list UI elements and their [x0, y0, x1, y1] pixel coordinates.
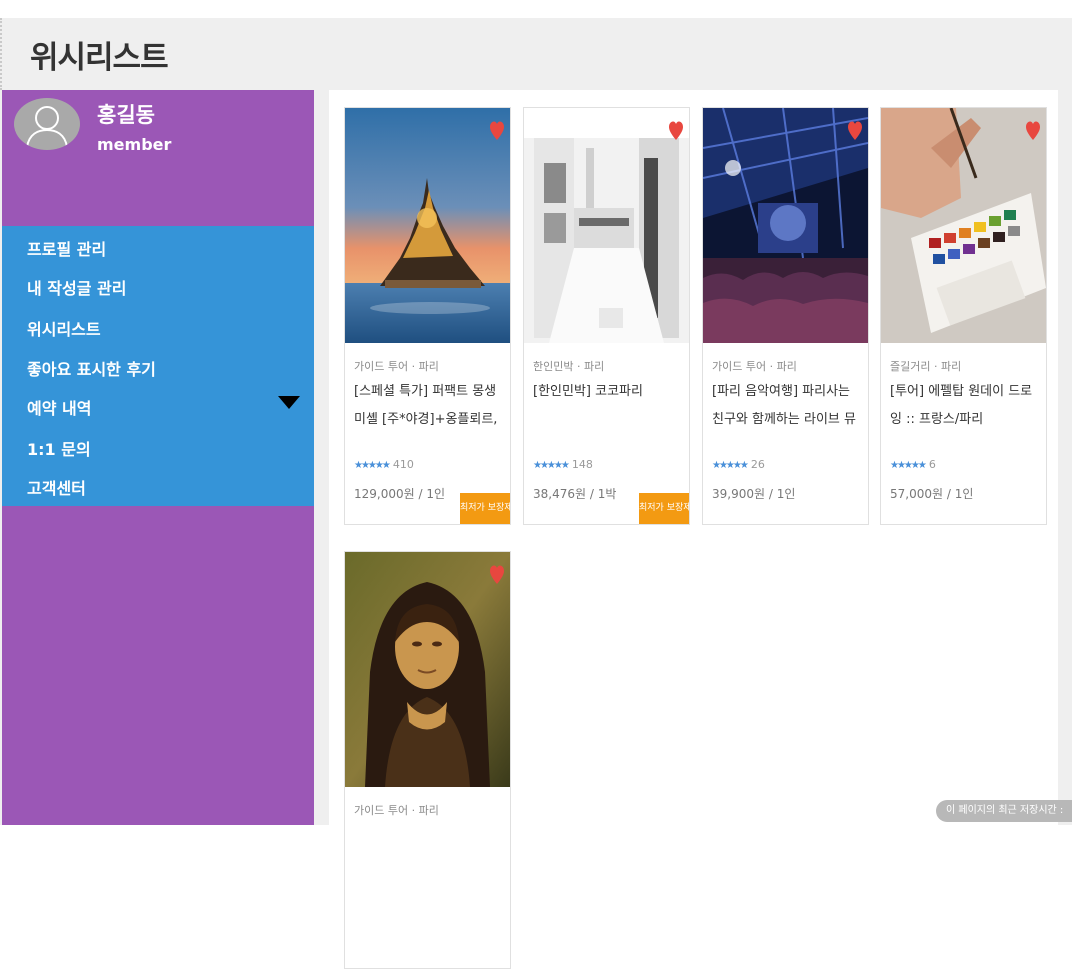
card-title[interactable]: [한인민박] 코코파리	[533, 378, 683, 406]
star-rating-icon: ★★★★★	[533, 460, 570, 471]
review-count: 6	[928, 458, 936, 471]
lowest-price-badge: 최저가 보장제	[460, 493, 510, 524]
card-category: 즐길거리 · 파리	[890, 360, 962, 373]
heart-icon[interactable]	[848, 121, 862, 141]
heart-icon[interactable]	[490, 565, 504, 585]
wishlist-card[interactable]: 즐길거리 · 파리 [투어] 에펠탑 원데이 드로잉 :: 프랑스/파리 ★★★…	[880, 107, 1047, 525]
review-count: 148	[571, 458, 593, 471]
star-rating-icon: ★★★★★	[712, 460, 749, 471]
wishlist-card[interactable]: 가이드 투어 · 파리	[344, 551, 511, 969]
sidebar-item-profile[interactable]: 프로필 관리	[27, 236, 106, 260]
sidebar-item-inquiry[interactable]: 1:1 문의	[27, 436, 91, 460]
sidebar-item-wishlist[interactable]: 위시리스트	[27, 316, 101, 340]
product-image-mona-lisa[interactable]	[345, 552, 510, 787]
caret-down-icon[interactable]	[278, 396, 300, 409]
product-image-concert[interactable]	[703, 108, 868, 343]
card-category: 가이드 투어 · 파리	[712, 360, 797, 373]
sidebar-item-liked-reviews[interactable]: 좋아요 표시한 후기	[27, 356, 156, 380]
sidebar-menu: 프로필 관리 내 작성글 관리 위시리스트 좋아요 표시한 후기 예약 내역 1…	[2, 226, 314, 506]
wishlist-card[interactable]: 최저가 보장제 가이드 투어 · 파리 [스페셜 특가] 퍼팩트 몽생미셸 [주…	[344, 107, 511, 525]
wishlist-content: 최저가 보장제 가이드 투어 · 파리 [스페셜 특가] 퍼팩트 몽생미셸 [주…	[329, 90, 1058, 969]
card-category: 가이드 투어 · 파리	[354, 804, 439, 817]
wishlist-card[interactable]: 가이드 투어 · 파리 [파리 음악여행] 파리사는 친구와 함께하는 라이브 …	[702, 107, 869, 525]
product-image-watercolor[interactable]	[881, 108, 1046, 343]
card-title[interactable]: [투어] 에펠탑 원데이 드로잉 :: 프랑스/파리	[890, 378, 1040, 434]
title-bar: 위시리스트	[0, 18, 1072, 90]
heart-icon[interactable]	[669, 121, 683, 141]
heart-icon[interactable]	[490, 121, 504, 141]
card-rating: ★★★★★ 410	[354, 458, 414, 474]
product-image-white-kitchen[interactable]	[524, 108, 689, 343]
sidebar-item-my-posts[interactable]: 내 작성글 관리	[27, 275, 126, 299]
page-title: 위시리스트	[30, 40, 169, 76]
user-role: member	[97, 135, 172, 154]
heart-icon[interactable]	[1026, 121, 1040, 141]
review-count: 410	[392, 458, 414, 471]
card-price: 57,000원 / 1인	[890, 487, 974, 501]
card-price: 39,900원 / 1인	[712, 487, 796, 501]
card-price: 38,476원 / 1박	[533, 487, 617, 501]
card-category: 한인민박 · 파리	[533, 360, 605, 373]
lowest-price-badge: 최저가 보장제	[639, 493, 689, 524]
card-rating: ★★★★★ 148	[533, 458, 593, 474]
sidebar: 홍길동 member 프로필 관리 내 작성글 관리 위시리스트 좋아요 표시한…	[2, 90, 314, 825]
top-strip	[0, 0, 1072, 18]
save-time-toast: 이 페이지의 최근 저장시간 :	[936, 800, 1072, 822]
avatar	[14, 98, 80, 150]
card-rating: ★★★★★ 6	[890, 458, 936, 474]
star-rating-icon: ★★★★★	[890, 460, 927, 471]
user-silhouette-icon	[26, 106, 68, 148]
sidebar-item-customer-center[interactable]: 고객센터	[27, 475, 86, 499]
sidebar-item-reservations[interactable]: 예약 내역	[27, 395, 91, 419]
wishlist-card[interactable]: 최저가 보장제 한인민박 · 파리 [한인민박] 코코파리 ★★★★★ 148 3…	[523, 107, 690, 525]
card-title[interactable]: [스페셜 특가] 퍼팩트 몽생미셸 [주*야경]+옹플뢰르,에트르타 ...	[354, 378, 504, 434]
card-category: 가이드 투어 · 파리	[354, 360, 439, 373]
username: 홍길동	[97, 103, 155, 127]
star-rating-icon: ★★★★★	[354, 460, 391, 471]
product-image-mont-saint-michel[interactable]	[345, 108, 510, 343]
card-price: 129,000원 / 1인	[354, 487, 446, 501]
profile: 홍길동 member	[14, 96, 304, 156]
review-count: 26	[750, 458, 765, 471]
card-title[interactable]: [파리 음악여행] 파리사는 친구와 함께하는 라이브 뮤직 투어!	[712, 378, 862, 434]
card-rating: ★★★★★ 26	[712, 458, 765, 474]
